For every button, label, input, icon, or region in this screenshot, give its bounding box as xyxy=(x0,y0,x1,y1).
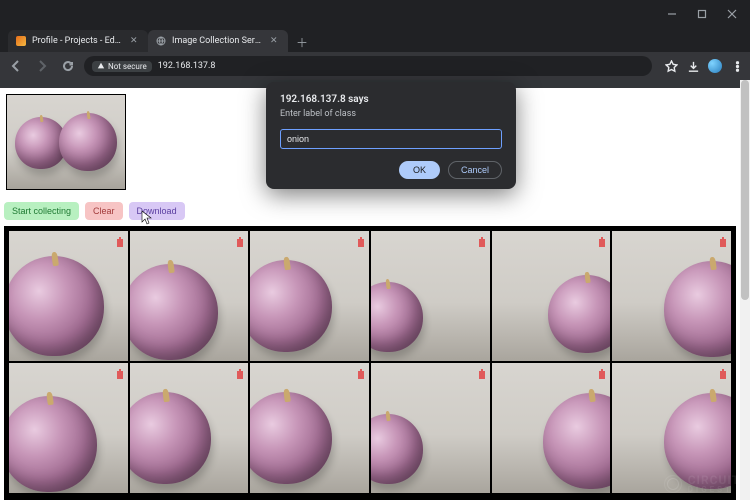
forward-button[interactable] xyxy=(32,56,52,76)
gallery-thumb[interactable] xyxy=(250,363,369,493)
action-button-row: Start collecting Clear Download xyxy=(4,202,185,220)
tab-edge-impulse[interactable]: Profile - Projects - Edge Impulse ✕ xyxy=(8,30,148,52)
scrollbar-track[interactable] xyxy=(740,80,750,500)
start-collecting-button[interactable]: Start collecting xyxy=(4,202,79,220)
delete-icon[interactable] xyxy=(596,233,608,245)
favicon-edge-impulse-icon xyxy=(16,36,26,46)
clear-button[interactable]: Clear xyxy=(85,202,123,220)
gallery-thumb[interactable] xyxy=(612,231,731,361)
delete-icon[interactable] xyxy=(476,233,488,245)
tab-label: Image Collection Server xyxy=(172,36,264,46)
download-icon[interactable] xyxy=(686,59,700,73)
delete-icon[interactable] xyxy=(355,365,367,377)
gallery-thumb[interactable] xyxy=(492,231,611,361)
delete-icon[interactable] xyxy=(114,365,126,377)
warning-icon xyxy=(97,62,105,70)
new-tab-button[interactable]: ＋ xyxy=(292,32,312,52)
security-chip[interactable]: Not secure xyxy=(92,61,152,72)
gallery-thumb[interactable] xyxy=(250,231,369,361)
window-close-button[interactable] xyxy=(718,4,746,24)
close-icon[interactable]: ✕ xyxy=(130,36,140,46)
delete-icon[interactable] xyxy=(476,365,488,377)
url-text: 192.168.137.8 xyxy=(158,61,216,71)
tab-label: Profile - Projects - Edge Impulse xyxy=(32,36,124,46)
watermark: CIRCUIT DIGEST xyxy=(664,473,740,494)
window-titlebar xyxy=(0,0,750,28)
delete-icon[interactable] xyxy=(355,233,367,245)
gallery-thumb[interactable] xyxy=(9,363,128,493)
gallery-thumb[interactable] xyxy=(130,231,249,361)
tab-strip: Profile - Projects - Edge Impulse ✕ Imag… xyxy=(0,28,750,52)
delete-icon[interactable] xyxy=(596,365,608,377)
prompt-origin: 192.168.137.8 says xyxy=(280,94,502,105)
kebab-menu-icon[interactable] xyxy=(730,59,744,73)
camera-preview xyxy=(6,94,126,190)
delete-icon[interactable] xyxy=(717,233,729,245)
back-button[interactable] xyxy=(6,56,26,76)
profile-avatar[interactable] xyxy=(708,59,722,73)
window-maximize-button[interactable] xyxy=(688,4,716,24)
reload-button[interactable] xyxy=(58,56,78,76)
close-icon[interactable]: ✕ xyxy=(270,36,280,46)
window-minimize-button[interactable] xyxy=(658,4,686,24)
prompt-cancel-button[interactable]: Cancel xyxy=(448,161,502,179)
gallery-thumb[interactable] xyxy=(130,363,249,493)
gallery-thumb[interactable] xyxy=(9,231,128,361)
watermark-line2: DIGEST xyxy=(688,485,740,494)
tab-image-collection-server[interactable]: Image Collection Server ✕ xyxy=(148,30,288,52)
delete-icon[interactable] xyxy=(234,233,246,245)
gallery-thumb[interactable] xyxy=(371,363,490,493)
gallery-thumb[interactable] xyxy=(492,363,611,493)
delete-icon[interactable] xyxy=(234,365,246,377)
security-label: Not secure xyxy=(108,62,147,71)
gallery-thumb[interactable] xyxy=(371,231,490,361)
image-gallery xyxy=(4,226,736,500)
address-bar[interactable]: Not secure 192.168.137.8 xyxy=(84,56,652,76)
js-prompt-dialog: 192.168.137.8 says Enter label of class … xyxy=(266,82,516,189)
browser-toolbar: Not secure 192.168.137.8 xyxy=(0,52,750,80)
watermark-logo-icon xyxy=(664,475,682,493)
favicon-globe-icon xyxy=(156,36,166,46)
scrollbar-thumb[interactable] xyxy=(741,80,749,300)
download-button[interactable]: Download xyxy=(129,202,185,220)
prompt-input[interactable] xyxy=(280,129,502,149)
delete-icon[interactable] xyxy=(717,365,729,377)
prompt-ok-button[interactable]: OK xyxy=(399,161,440,179)
prompt-message: Enter label of class xyxy=(280,109,502,119)
bookmark-star-icon[interactable] xyxy=(664,59,678,73)
delete-icon[interactable] xyxy=(114,233,126,245)
